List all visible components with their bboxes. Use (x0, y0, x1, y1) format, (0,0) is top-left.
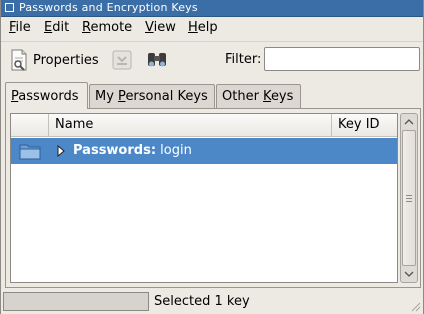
statusbar: Selected 1 key (1, 290, 423, 314)
menu-edit[interactable]: Edit (44, 20, 69, 35)
scroll-up-icon[interactable] (402, 115, 416, 129)
export-key-icon[interactable] (110, 48, 134, 72)
titlebar[interactable]: Passwords and Encryption Keys (1, 0, 423, 17)
document-properties-icon (11, 49, 27, 71)
menubar: File Edit Remote View Help (1, 17, 423, 39)
column-header-icon[interactable] (11, 114, 49, 136)
properties-button[interactable]: Properties (9, 48, 99, 72)
scrollbar-thumb[interactable] (402, 130, 416, 266)
progress-bar (3, 292, 149, 311)
filter-label: Filter: (225, 52, 262, 67)
tab-bar: Passwords My Personal Keys Other Keys (5, 82, 421, 109)
table-row[interactable]: Passwords: login (11, 138, 397, 164)
row-label: Passwords: login (73, 143, 192, 158)
keys-tree-view[interactable]: Name Key ID Passwords: login (10, 113, 398, 283)
vertical-scrollbar[interactable] (400, 113, 418, 283)
tab-panel-passwords: Name Key ID Passwords: login (5, 108, 421, 288)
tab-other-keys[interactable]: Other Keys (216, 84, 301, 108)
column-header-name[interactable]: Name (49, 114, 332, 136)
tab-my-personal-keys[interactable]: My Personal Keys (89, 84, 215, 108)
column-header-key-id[interactable]: Key ID (332, 114, 397, 136)
menu-remote[interactable]: Remote (82, 20, 132, 35)
window-menu-icon[interactable] (5, 3, 14, 12)
resize-grip-icon[interactable] (409, 300, 421, 312)
status-text: Selected 1 key (154, 294, 250, 309)
menu-view[interactable]: View (145, 20, 176, 35)
filter-input[interactable] (264, 47, 420, 71)
tab-passwords[interactable]: Passwords (5, 82, 88, 109)
folder-icon (19, 144, 41, 160)
app-window: Passwords and Encryption Keys File Edit … (0, 0, 424, 314)
scroll-down-icon[interactable] (402, 267, 416, 281)
column-header-bar: Name Key ID (11, 114, 397, 137)
properties-label: Properties (33, 52, 99, 68)
binoculars-icon[interactable] (145, 48, 169, 72)
window-title: Passwords and Encryption Keys (19, 1, 198, 14)
menu-help[interactable]: Help (188, 20, 218, 35)
expander-arrow-icon[interactable] (56, 145, 66, 157)
toolbar: Properties Filter: (1, 41, 423, 78)
menu-file[interactable]: File (9, 20, 31, 35)
